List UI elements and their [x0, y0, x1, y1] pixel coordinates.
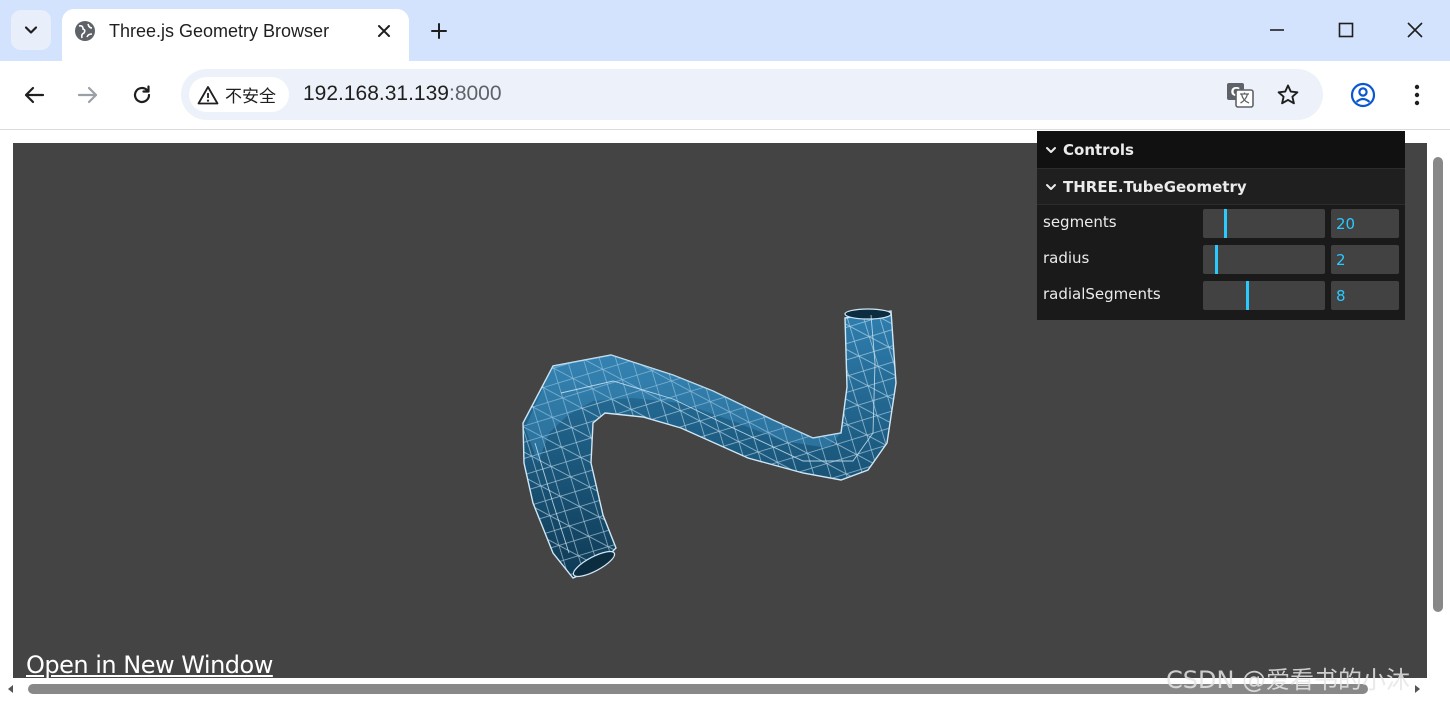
tab-search-button[interactable]: [11, 10, 51, 50]
reload-icon: [133, 85, 151, 104]
controls-panel: Controls THREE.TubeGeometry segments 20 …: [1037, 131, 1405, 320]
maximize-icon: [1338, 22, 1354, 38]
forward-icon: [77, 86, 98, 104]
profile-button[interactable]: [1343, 75, 1383, 115]
profile-icon: [1350, 82, 1376, 108]
forward-button[interactable]: [68, 75, 108, 115]
param-row-radius: radius 2: [1037, 241, 1405, 277]
new-tab-button[interactable]: [424, 16, 454, 46]
minimize-icon: [1270, 29, 1284, 31]
kebab-menu-icon: [1414, 84, 1420, 106]
close-icon: [1407, 22, 1423, 38]
chevron-down-icon: [1046, 183, 1056, 190]
security-label: 不安全: [225, 87, 276, 106]
translate-icon: G: [1227, 83, 1254, 108]
tab-close-button[interactable]: [372, 19, 396, 43]
plus-icon: [431, 23, 447, 39]
slider-handle[interactable]: [1224, 209, 1227, 238]
radius-input[interactable]: 2: [1331, 245, 1399, 274]
param-label: radialSegments: [1043, 285, 1161, 303]
minimize-button[interactable]: [1257, 12, 1297, 48]
close-icon: [378, 25, 390, 37]
folder-label: THREE.TubeGeometry: [1063, 177, 1247, 196]
back-icon: [24, 86, 45, 104]
radialsegments-slider[interactable]: [1203, 281, 1325, 310]
address-bar[interactable]: 不安全 192.168.31.139:8000 G: [181, 69, 1323, 120]
active-tab[interactable]: Three.js Geometry Browser: [62, 9, 409, 61]
warning-icon: [197, 85, 219, 104]
segments-slider[interactable]: [1203, 209, 1325, 238]
url-text[interactable]: 192.168.31.139:8000: [303, 82, 502, 106]
vertical-scroll-thumb[interactable]: [1433, 157, 1443, 612]
controls-title-label: Controls: [1063, 140, 1134, 159]
radialsegments-input[interactable]: 8: [1331, 281, 1399, 310]
star-icon: [1277, 84, 1299, 105]
page-viewport: Open in New Window Controls THREE.TubeGe…: [0, 131, 1450, 701]
segments-input[interactable]: 20: [1331, 209, 1399, 238]
slider-handle[interactable]: [1215, 245, 1218, 274]
chevron-down-icon: [1046, 146, 1056, 153]
param-label: radius: [1043, 249, 1090, 267]
bookmark-button[interactable]: [1272, 79, 1304, 111]
url-port: :8000: [448, 82, 502, 105]
chevron-down-icon: [24, 26, 38, 34]
controls-title[interactable]: Controls: [1037, 131, 1405, 169]
scroll-right-arrow-icon[interactable]: [1412, 684, 1422, 694]
param-row-segments: segments 20: [1037, 205, 1405, 241]
reload-button[interactable]: [122, 75, 162, 115]
url-host: 192.168.31.139: [303, 82, 449, 105]
tab-title: Three.js Geometry Browser: [109, 21, 330, 41]
tubegeometry-folder[interactable]: THREE.TubeGeometry: [1037, 169, 1405, 205]
radius-slider[interactable]: [1203, 245, 1325, 274]
param-row-radialsegments: radialSegments 8: [1037, 277, 1405, 313]
translate-button[interactable]: G: [1224, 79, 1256, 111]
security-chip[interactable]: 不安全: [189, 77, 289, 112]
vertical-scrollbar[interactable]: [1431, 143, 1445, 678]
window-close-button[interactable]: [1395, 12, 1435, 48]
scroll-left-arrow-icon[interactable]: [6, 684, 16, 694]
globe-icon: [75, 21, 95, 41]
open-new-window-link[interactable]: Open in New Window: [26, 651, 273, 679]
browser-toolbar: 不安全 192.168.31.139:8000 G: [0, 61, 1450, 130]
param-label: segments: [1043, 213, 1117, 231]
browser-menu-button[interactable]: [1397, 75, 1437, 115]
slider-handle[interactable]: [1246, 281, 1249, 310]
maximize-button[interactable]: [1326, 12, 1366, 48]
watermark: CSDN @爱看书的小沐: [1166, 666, 1411, 694]
back-button[interactable]: [14, 75, 54, 115]
tab-strip: Three.js Geometry Browser: [0, 0, 1450, 61]
